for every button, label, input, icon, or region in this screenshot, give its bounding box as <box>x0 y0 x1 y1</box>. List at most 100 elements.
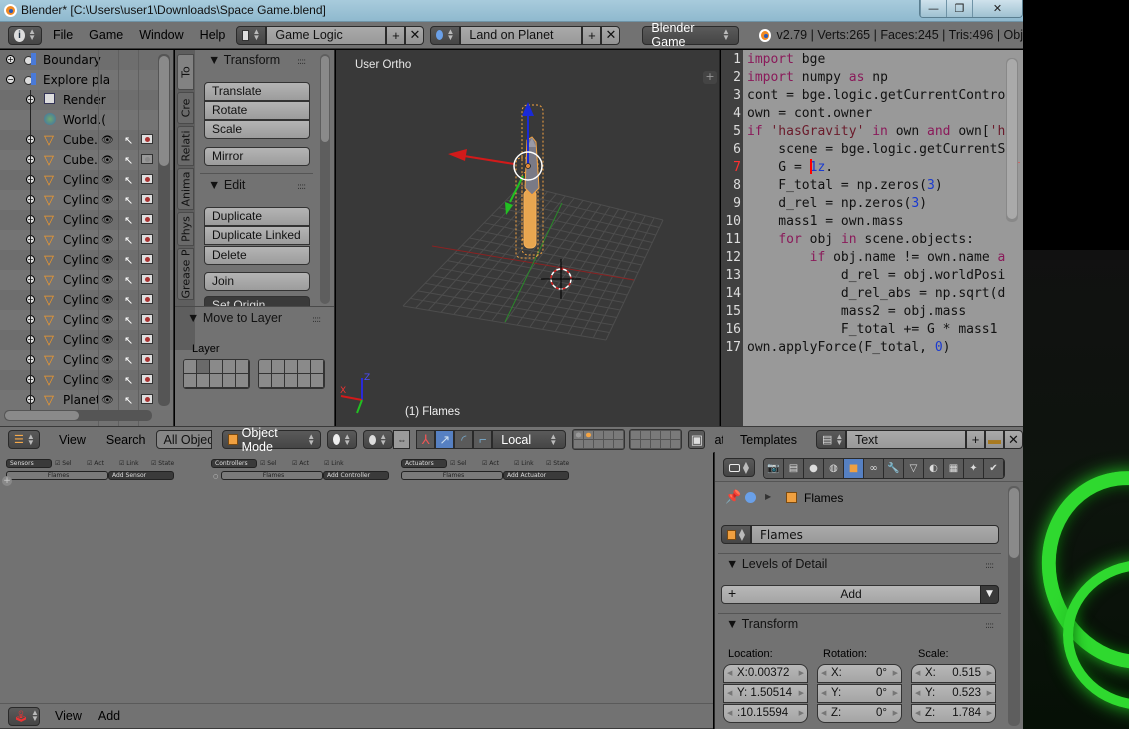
texture-icon[interactable]: ▦ <box>944 459 964 478</box>
drag-grip-icon[interactable]: :::: <box>297 182 306 192</box>
lock-layers-icon[interactable]: ▣ <box>688 430 706 449</box>
logic-filter-checkbox[interactable]: ☑ State <box>546 460 569 467</box>
layer-toggle[interactable] <box>184 360 197 374</box>
scale-z-field[interactable]: ◀ ▶ Z: 1.784 <box>911 704 996 723</box>
increment-arrow-icon[interactable]: ▶ <box>799 685 804 702</box>
render-camera-icon[interactable] <box>141 273 153 287</box>
3d-viewport[interactable]: User Ortho + ZX (1) Flames <box>336 50 720 426</box>
decrement-arrow-icon[interactable]: ◀ <box>821 705 826 722</box>
pin-icon[interactable]: 📌 <box>725 490 741 505</box>
visibility-eye-icon[interactable]: 👁 <box>101 215 114 226</box>
tab-grease-pencil[interactable]: Grease P <box>177 248 194 300</box>
controllers-add-dropdown[interactable]: Add Controller <box>323 471 389 480</box>
viewport-layer-toggle[interactable] <box>651 440 661 448</box>
location-z-field[interactable]: ◀ ▶:10.15594 <box>723 704 808 723</box>
viewport-layer-toggle[interactable] <box>661 431 671 439</box>
join-button[interactable]: Join <box>204 272 310 291</box>
physics-icon[interactable]: ✔ <box>984 459 1004 478</box>
code-line[interactable]: for obj in scene.objects: <box>747 232 974 247</box>
selectable-cursor-icon[interactable]: ↖ <box>124 154 133 167</box>
outliner-view-menu[interactable]: View <box>54 433 91 447</box>
layer-toggle[interactable] <box>298 360 311 374</box>
delete-button[interactable]: Delete <box>204 246 310 265</box>
code-line[interactable]: import numpy as np <box>747 70 888 85</box>
drag-grip-icon[interactable]: :::: <box>312 315 321 325</box>
mode-dropdown[interactable]: Object Mode ▲ ▼ <box>221 426 322 454</box>
render-camera-icon[interactable] <box>141 313 153 327</box>
outliner-item[interactable]: +▽Cylinde👁↖ <box>0 230 173 250</box>
visibility-eye-icon[interactable]: 👁 <box>101 235 114 246</box>
selectable-cursor-icon[interactable]: ↖ <box>124 394 133 407</box>
drag-grip-icon[interactable]: :::: <box>297 57 306 67</box>
render-camera-icon[interactable] <box>141 393 153 407</box>
layer-toggle[interactable] <box>259 360 272 374</box>
transform-panel-header[interactable]: ▼ Transform <box>726 617 798 631</box>
logic-editor[interactable]: Sensors ☑ Sel ☑ Act ☑ Link ☑ State Flames Add … <box>0 452 713 703</box>
properties-scrollbar[interactable] <box>1008 486 1020 726</box>
viewport-layer-toggle[interactable] <box>651 431 661 439</box>
code-line[interactable]: import bge <box>747 52 825 67</box>
layer-toggle[interactable] <box>259 374 272 388</box>
viewport-layer-toggle[interactable] <box>604 431 614 439</box>
layer-toggle[interactable] <box>210 374 223 388</box>
add-scene-button[interactable]: + <box>582 25 602 45</box>
mirror-button[interactable]: Mirror <box>204 147 310 166</box>
render-camera-icon[interactable] <box>141 233 153 247</box>
render-engine-dropdown[interactable]: Blender Game ▲ ▼ <box>642 21 739 49</box>
move-to-layer-panel-header[interactable]: ▼ Move to Layer <box>187 311 282 325</box>
increment-arrow-icon[interactable]: ▶ <box>987 705 992 722</box>
viewport-layer-toggle[interactable] <box>574 431 584 439</box>
tab-physics[interactable]: Phys <box>177 212 194 246</box>
code-line[interactable]: mass2 = obj.mass <box>747 304 966 319</box>
increment-arrow-icon[interactable]: ▶ <box>987 685 992 702</box>
expand-icon[interactable]: + <box>6 55 15 64</box>
screen-layout-browse[interactable]: ▲ ▼ <box>236 25 267 45</box>
code-line[interactable]: mass1 = own.mass <box>747 214 903 229</box>
layer-toggle[interactable] <box>236 360 249 374</box>
selectable-cursor-icon[interactable]: ↖ <box>124 314 133 327</box>
render-camera-icon[interactable] <box>141 333 153 347</box>
pivot-point-dropdown[interactable]: ▲ ▼ <box>363 430 394 449</box>
add-region-icon[interactable]: + <box>2 476 12 486</box>
outliner-vertical-scrollbar[interactable] <box>158 54 170 406</box>
render-camera-icon[interactable] <box>141 253 153 267</box>
duplicate-button[interactable]: Duplicate <box>204 207 310 226</box>
decrement-arrow-icon[interactable]: ◀ <box>915 665 920 682</box>
viewport-layer-toggle[interactable] <box>661 440 671 448</box>
lod-menu-dropdown[interactable]: ▼ <box>980 585 999 604</box>
logic-add-menu[interactable]: Add <box>93 709 125 723</box>
logic-filter-checkbox[interactable]: ☑ Act <box>482 460 499 467</box>
viewport-layer-toggle[interactable] <box>584 440 594 448</box>
sensors-dropdown[interactable]: Sensors <box>6 459 52 468</box>
scene-browse[interactable]: ▲ ▼ <box>430 25 461 45</box>
increment-arrow-icon[interactable]: ▶ <box>893 685 898 702</box>
location-y-field[interactable]: ◀ ▶ Y: 1.50514 <box>723 684 808 703</box>
data-icon[interactable]: ▽ <box>904 459 924 478</box>
logic-editor-type[interactable]: 🕹 ▲ ▼ <box>8 706 40 726</box>
render-camera-icon[interactable] <box>141 173 153 187</box>
layer-toggle[interactable] <box>184 374 197 388</box>
menu-help[interactable]: Help <box>195 28 231 42</box>
open-text-button[interactable]: ▬ <box>984 430 1004 449</box>
viewport-layer-toggle[interactable] <box>641 431 651 439</box>
selectable-cursor-icon[interactable]: ↖ <box>124 134 133 147</box>
object-name-field[interactable]: Flames <box>751 525 999 544</box>
sensors-add-dropdown[interactable]: Add Sensor <box>108 471 174 480</box>
selectable-cursor-icon[interactable]: ↖ <box>124 234 133 247</box>
translate-manipulator-button[interactable]: ↗ <box>435 430 455 449</box>
outliner-item[interactable]: +▽Cylinde👁↖ <box>0 310 173 330</box>
code-line[interactable]: d_rel = np.zeros(3) <box>747 196 927 211</box>
decrement-arrow-icon[interactable]: ◀ <box>727 665 732 682</box>
decrement-arrow-icon[interactable]: ◀ <box>821 685 826 702</box>
outliner-item[interactable]: +▽Cylinde👁↖ <box>0 250 173 270</box>
code-line[interactable]: F_total += G * mass1 <box>747 322 998 337</box>
text-name-field[interactable]: Text <box>845 430 966 449</box>
logic-filter-checkbox[interactable]: ☑ Link <box>119 460 139 467</box>
menu-game[interactable]: Game <box>84 28 128 42</box>
particles-icon[interactable]: ✦ <box>964 459 984 478</box>
viewport-shading-dropdown[interactable]: ▲ ▼ <box>327 430 358 449</box>
visibility-eye-icon[interactable]: 👁 <box>101 295 114 306</box>
outliner-item[interactable]: +▽Cube.0👁↖ <box>0 150 173 170</box>
decrement-arrow-icon[interactable]: ◀ <box>727 705 732 722</box>
code-line[interactable]: if obj.name != own.name a <box>747 250 1006 265</box>
